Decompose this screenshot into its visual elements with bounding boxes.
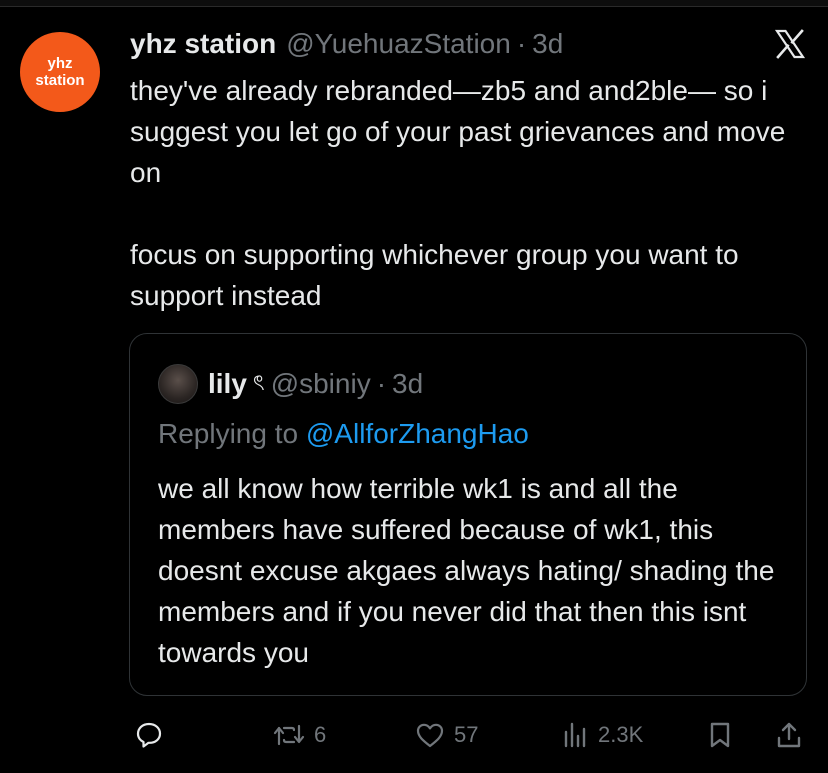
header-separator: · (516, 28, 527, 59)
replying-mention-link[interactable]: @AllforZhangHao (306, 418, 529, 449)
heart-icon (414, 720, 446, 750)
quoted-display-name[interactable]: lily (208, 368, 247, 400)
views-icon (560, 720, 590, 750)
views-count: 2.3K (598, 722, 644, 747)
like-button[interactable]: 57 (414, 712, 478, 758)
quoted-time[interactable]: 3d (392, 368, 423, 400)
quoted-name-emoji: ৎ (252, 369, 265, 395)
quoted-text: we all know how terrible wk1 is and all … (158, 473, 775, 668)
author-avatar[interactable]: yhz station (20, 32, 100, 112)
quoted-handle[interactable]: @sbiniy (271, 368, 371, 400)
x-logo-icon (774, 28, 806, 60)
avatar-text-line2: station (35, 72, 85, 89)
replying-prefix: Replying to (158, 418, 299, 449)
author-handle[interactable]: @YuehuazStation (286, 28, 511, 60)
like-count: 57 (454, 722, 479, 747)
retweet-icon (272, 720, 306, 750)
author-display-name[interactable]: yhz station (130, 28, 276, 60)
share-icon (774, 720, 804, 750)
share-button[interactable] (774, 712, 804, 758)
quoted-header: lily ৎ @sbiniy · 3d (158, 364, 423, 404)
tweet-text-paragraph-1: they've already rebranded—zb5 and and2bl… (130, 75, 786, 188)
avatar-text-line1: yhz (47, 54, 73, 72)
tweet-header: yhz station @YuehuazStation · 3d (130, 28, 563, 62)
quoted-avatar[interactable] (158, 364, 198, 404)
top-divider (0, 0, 828, 7)
bookmark-icon (706, 720, 734, 750)
reply-icon (134, 720, 164, 750)
bookmark-button[interactable] (706, 712, 734, 758)
retweet-count: 6 (314, 722, 327, 747)
tweet-time[interactable]: 3d (532, 28, 563, 60)
retweet-button[interactable]: 6 (272, 712, 326, 758)
views-button[interactable]: 2.3K (560, 712, 643, 758)
quoted-tweet-card[interactable]: lily ৎ @sbiniy · 3d Replying to @AllforZ… (129, 333, 807, 696)
reply-button[interactable] (134, 712, 172, 758)
tweet-body: they've already rebranded—zb5 and and2bl… (130, 70, 810, 316)
action-bar: 6 57 2.3K (0, 712, 828, 758)
replying-to: Replying to @AllforZhangHao (158, 418, 529, 450)
quoted-separator: · (376, 368, 387, 399)
tweet-text-paragraph-2: focus on supporting whichever group you … (130, 239, 739, 311)
